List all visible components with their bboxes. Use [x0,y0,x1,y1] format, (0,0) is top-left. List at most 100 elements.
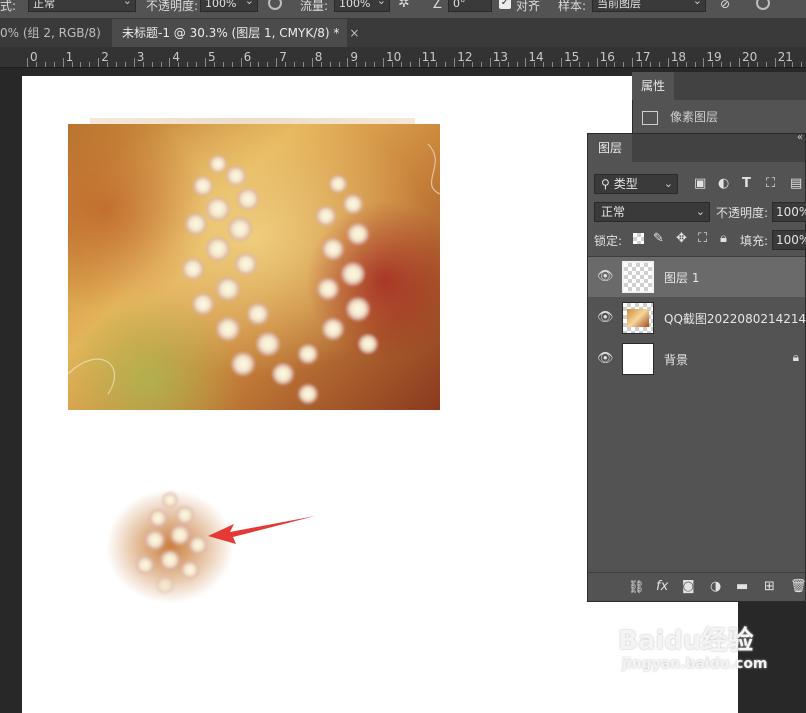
visibility-eye-icon[interactable]: 👁︎ [597,269,614,284]
opacity-field[interactable]: 100% [200,0,258,12]
pressure-size-icon[interactable] [756,0,770,10]
ruler-tick [552,62,554,67]
ruler-tick [27,58,28,67]
ruler-label: 15 [564,50,580,64]
tab-document-2[interactable]: 未标题-1 @ 30.3% (图层 1, CMYK/8) * × [112,19,359,47]
lock-transparent-icon[interactable] [633,233,644,244]
new-group-icon[interactable]: ▬ [736,580,748,594]
ruler-tick [53,62,55,67]
lock-artboard-icon[interactable]: ⛶ [698,232,707,246]
ruler-tick [356,62,358,67]
ruler-label: 17 [635,50,651,64]
ruler-label: 10 [386,50,402,64]
filter-adjustment-icon[interactable]: ◐ [718,177,729,191]
filter-pixel-icon[interactable]: ▣ [694,177,706,191]
horizontal-ruler[interactable]: 0 1 2 3 4 5 6 7 8 9 10 11 12 13 14 15 16 17 18 19 20 21 [0,47,806,68]
layer-row[interactable]: 👁︎ QQ截图20220802142142 [588,298,806,338]
ruler-tick [383,58,384,67]
ruler-tick [249,62,251,67]
close-icon[interactable]: × [349,26,359,40]
link-layers-icon[interactable]: ⛓ [628,581,645,595]
layer-opacity-field[interactable]: 100% [772,202,806,222]
new-adjustment-icon[interactable]: ◑ [710,580,721,594]
ruler-tick [347,58,349,67]
angle-field[interactable]: 0° [448,0,492,12]
options-bar: 式: 正常 不透明度: 100% 流量: 100% ✲ ∠ 0° ✓ 对齐 样本… [0,0,806,19]
delete-layer-icon[interactable]: 🗑︎ [790,580,806,594]
ruler-tick [783,62,785,67]
ruler-tick [151,62,153,67]
ruler-tick [507,62,509,67]
ruler-tick [765,62,767,67]
ruler-tick [205,58,206,67]
mode-select[interactable]: 正常 [28,0,136,12]
pressure-opacity-icon[interactable] [268,0,282,10]
ruler-tick [133,58,135,67]
ruler-tick [240,58,242,67]
ruler-tick [472,62,473,67]
layer-row[interactable]: 👁︎ 图层 1 [588,257,805,297]
layer-filter-select[interactable]: ⚲ 类型 ⌄ [594,174,678,194]
layers-panel-footer: ⛓ fx ◙ ◑ ▬ ⊞ 🗑︎ [588,572,806,603]
chevron-down-icon: ⌄ [695,205,705,218]
ruler-tick [62,58,64,67]
sample-select[interactable]: 当前图层 [592,0,706,12]
cutout-blossoms-image [136,492,207,594]
fill-label: 填充: [740,234,769,248]
chevron-down-icon: ⌄ [663,177,673,190]
layer-thumbnail [622,343,654,375]
ruler-tick [792,62,794,67]
layer-row[interactable]: 👁︎ 背景 🔒︎ [588,339,805,379]
airbrush-icon[interactable]: ✲ [398,0,410,11]
layer-name: QQ截图20220802142142 [664,312,806,326]
ruler-tick [480,62,482,67]
ruler-tick [685,62,687,67]
filter-shape-icon[interactable]: ⛶ [766,177,775,191]
tab-layers[interactable]: 图层 [588,134,632,162]
lock-all-icon[interactable]: 🔒︎ [720,232,727,246]
lock-position-icon[interactable]: ✥ [676,232,687,246]
align-checkbox[interactable]: ✓ [499,0,511,9]
ruler-tick [276,58,278,67]
ruler-tick [632,58,634,67]
ruler-tick [534,62,536,67]
visibility-eye-icon[interactable]: 👁︎ [597,351,614,366]
ruler-tick [142,62,144,67]
photo-thumbnail-image [627,309,649,327]
layer-name: 背景 [664,353,689,367]
ruler-tick [525,58,527,67]
watermark-brand: Baidu经验 [618,626,754,656]
ruler-tick [178,62,180,67]
lock-paint-icon[interactable]: ✎ [653,232,664,246]
ruler-tick [801,62,803,67]
layer-thumbnail [622,261,654,293]
ruler-tick [409,62,411,67]
layer-fill-field[interactable]: 100% [772,230,806,250]
ruler-tick [302,62,304,67]
annotation-arrow-cutout [208,516,315,544]
ruler-tick [98,58,100,67]
ruler-tick [561,58,562,67]
filter-smart-object-icon[interactable]: ▤ [790,177,802,191]
fx-icon[interactable]: fx [656,580,668,594]
opacity-label: 不透明度: [146,0,199,13]
ruler-tick [667,58,669,67]
new-layer-icon[interactable]: ⊞ [764,580,775,594]
ignore-adjustment-icon[interactable]: ⊘ [720,0,730,11]
ruler-tick [311,58,313,67]
filter-type-icon[interactable]: T [742,177,751,191]
add-mask-icon[interactable]: ◙ [682,580,695,594]
ruler-tick [739,58,740,67]
tab-document-1[interactable]: 0% (组 2, RGB/8)× [0,19,121,47]
ruler-label: 12 [457,50,473,64]
blend-mode-select[interactable]: 正常 ⌄ [594,202,710,222]
visibility-eye-icon[interactable]: 👁︎ [597,310,614,325]
ruler-tick [721,62,723,67]
tab-properties[interactable]: 属性 [632,72,674,100]
ruler-tick [187,62,189,67]
panel-collapse-icon[interactable]: « [797,132,803,143]
ruler-tick [124,62,126,67]
mode-label: 式: [0,0,17,13]
flow-field[interactable]: 100% [334,0,390,12]
ruler-tick [623,62,625,67]
